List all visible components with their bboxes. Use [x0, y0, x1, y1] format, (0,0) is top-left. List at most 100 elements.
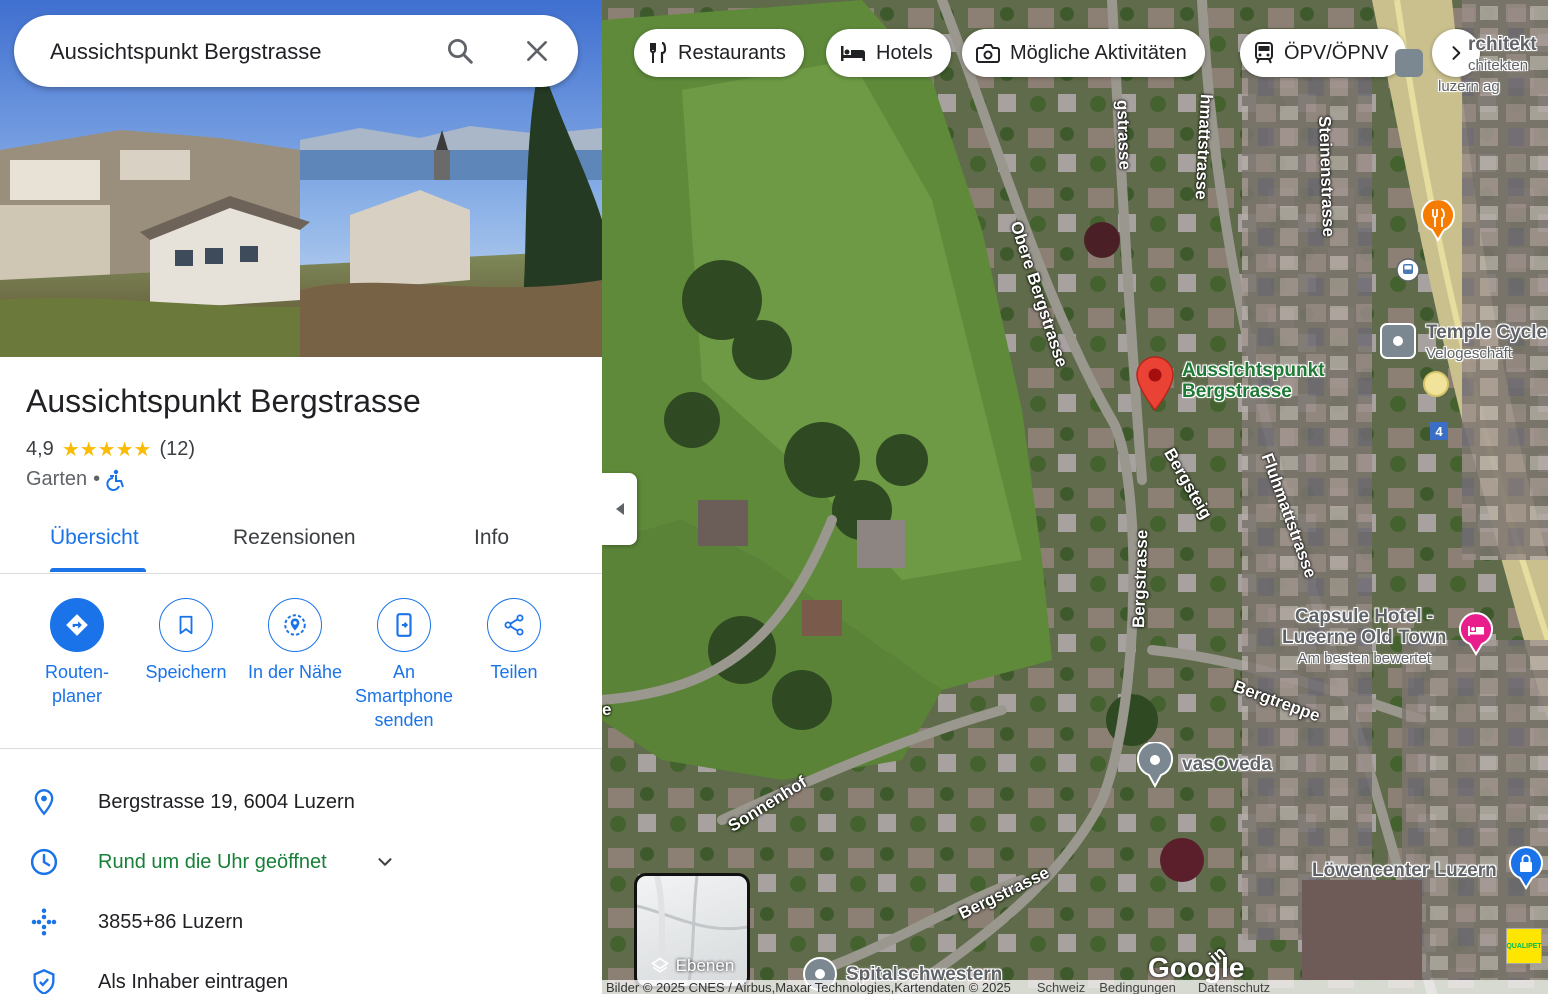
selected-place-pin[interactable] [1134, 354, 1176, 417]
search-icon[interactable] [442, 33, 478, 69]
label-selected-place[interactable]: Aussichtspunkt Bergstrasse [1182, 360, 1325, 402]
chip-activities[interactable]: Mögliche Aktivitäten [962, 29, 1205, 77]
label-architekt[interactable]: rchitekt chitekten luzern ag [1438, 34, 1537, 97]
plus-code-icon [28, 906, 60, 938]
chip-transit[interactable]: ÖPV/ÖPNV [1240, 29, 1407, 77]
bookmark-icon [159, 598, 213, 652]
layers-icon [650, 956, 670, 976]
label-architekt-name: rchitekt [1468, 34, 1537, 55]
wheelchair-icon[interactable] [106, 469, 126, 491]
rating-value: 4,9 [26, 438, 54, 460]
link-country[interactable]: Schweiz [1037, 980, 1085, 994]
nearby-label: In der Nähe [247, 662, 343, 682]
map-attribution: Bilder © 2025 CNES / Airbus,Maxar Techno… [602, 980, 1548, 994]
hotel-marker[interactable] [1458, 612, 1494, 661]
hotel-icon [840, 44, 866, 62]
label-vasoveda[interactable]: vasOveda [1182, 754, 1272, 775]
rating-row: 4,9 ★★★★★ (12) [26, 437, 195, 462]
claim-business-row[interactable]: Als Inhaber eintragen [0, 952, 602, 994]
label-temple-cycle-name: Temple Cycle [1426, 322, 1548, 343]
clock-icon [28, 846, 60, 878]
label-temple-cycle[interactable]: Temple Cycle Velogeschäft [1426, 322, 1547, 364]
transit-icon [1254, 42, 1274, 64]
chip-hotels[interactable]: Hotels [826, 29, 951, 77]
chip-transit-label: ÖPV/ÖPNV [1284, 41, 1389, 64]
action-buttons: Routen- planer Speichern In der Nähe An … [0, 574, 602, 749]
layers-label-row: Ebenen [637, 956, 747, 976]
label-temple-cycle-sub: Velogeschäft [1426, 345, 1512, 362]
category-separator: • [93, 468, 101, 490]
chip-restaurants[interactable]: Restaurants [634, 29, 804, 77]
send-to-phone-label: An Smartphone senden [354, 662, 454, 730]
plus-code-text: 3855+86 Luzern [98, 910, 244, 933]
layers-label: Ebenen [675, 956, 735, 975]
save-label: Speichern [145, 662, 227, 682]
hours-row[interactable]: Rund um die Uhr geöffnet [0, 832, 602, 892]
map-view[interactable]: Restaurants Hotels Mögliche Aktivitäten … [602, 0, 1548, 994]
tab-info[interactable]: Info [474, 526, 509, 550]
place-tabs: Übersicht Rezensionen Info [0, 510, 602, 574]
address-row[interactable]: Bergstrasse 19, 6004 Luzern [0, 772, 602, 832]
route-number-badge: 4 [1430, 422, 1448, 440]
street-bergstrasse-mid: Bergstrasse [1129, 529, 1152, 629]
link-privacy[interactable]: Datenschutz [1198, 980, 1270, 994]
chevron-right-icon [1446, 43, 1466, 63]
label-capsule-line1: Capsule Hotel - [1295, 606, 1434, 627]
category-row: Garten • [26, 468, 126, 491]
label-architekt-sub1: chitekten [1468, 57, 1529, 74]
chip-activities-label: Mögliche Aktivitäten [1010, 41, 1187, 64]
plus-code-row[interactable]: 3855+86 Luzern [0, 892, 602, 952]
location-pin-icon [28, 786, 60, 818]
street-left-edge: e [602, 700, 612, 719]
label-capsule-sub: Am besten bewertet [1297, 650, 1431, 667]
nearby-button[interactable]: In der Nähe [235, 598, 355, 684]
place-category[interactable]: Garten [26, 468, 87, 491]
close-icon[interactable] [519, 33, 555, 69]
layers-button[interactable]: Ebenen [634, 873, 750, 989]
verified-shield-icon [28, 966, 60, 994]
satellite-imagery [602, 0, 1548, 994]
chip-restaurants-label: Restaurants [678, 41, 786, 64]
search-input[interactable] [50, 39, 440, 65]
route-marker [1422, 370, 1450, 403]
place-panel: Aussichtspunkt Bergstrasse 4,9 ★★★★★ (12… [0, 0, 602, 994]
shopping-marker[interactable] [1508, 846, 1544, 895]
send-to-phone-button[interactable]: An Smartphone senden [344, 598, 464, 732]
collapse-panel-button[interactable] [602, 473, 637, 545]
label-selected-place-line2: Bergstrasse [1182, 381, 1292, 402]
restaurant-marker[interactable] [1420, 198, 1456, 247]
restaurant-icon [648, 42, 668, 64]
place-title: Aussichtspunkt Bergstrasse [26, 383, 421, 419]
tab-reviews[interactable]: Rezensionen [233, 526, 356, 550]
chip-hotels-label: Hotels [876, 41, 933, 64]
directions-label: Routen- planer [44, 662, 110, 706]
active-tab-indicator [50, 568, 146, 572]
info-list: Bergstrasse 19, 6004 Luzern Rund um die … [0, 772, 602, 994]
label-architekt-sub2: luzern ag [1438, 78, 1500, 95]
link-terms[interactable]: Bedingungen [1099, 980, 1176, 994]
vasoveda-marker[interactable] [1136, 741, 1174, 793]
save-button[interactable]: Speichern [126, 598, 246, 684]
hours-text: Rund um die Uhr geöffnet [98, 850, 327, 873]
temple-cycle-marker[interactable] [1380, 323, 1416, 364]
street-steinenstrasse: Steinenstrasse [1315, 115, 1339, 238]
poi-architekt-marker[interactable] [1394, 48, 1424, 83]
label-capsule-hotel[interactable]: Capsule Hotel - Lucerne Old Town Am best… [1282, 606, 1446, 669]
review-count[interactable]: (12) [159, 438, 195, 461]
attribution-text: Bilder © 2025 CNES / Airbus,Maxar Techno… [606, 979, 1011, 994]
street-bergstrasse-top: gstrasse [1113, 99, 1135, 171]
qualipet-text: QUALIPET [1506, 942, 1542, 950]
bus-stop-icon[interactable] [1396, 258, 1420, 287]
directions-button[interactable]: Routen- planer [17, 598, 137, 708]
label-capsule-line2: Lucerne Old Town [1282, 627, 1447, 648]
share-icon [487, 598, 541, 652]
search-box [14, 15, 578, 87]
label-loewencenter[interactable]: Löwencenter Luzern [1312, 860, 1497, 881]
tab-overview[interactable]: Übersicht [50, 526, 139, 550]
share-button[interactable]: Teilen [454, 598, 574, 684]
qualipet-logo[interactable]: QUALIPET [1506, 928, 1542, 964]
chevron-down-icon[interactable] [374, 851, 396, 873]
label-selected-place-line1: Aussichtspunkt [1182, 360, 1325, 381]
directions-icon [50, 598, 104, 652]
share-label: Teilen [490, 662, 538, 682]
